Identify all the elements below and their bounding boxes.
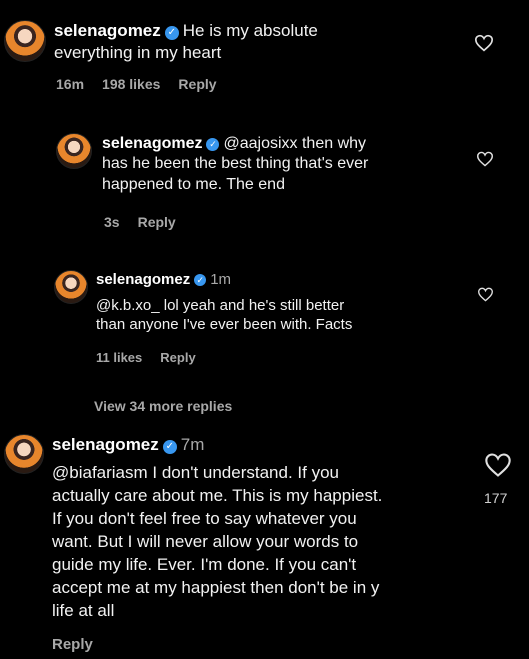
comment-meta: 11 likes Reply [96,350,214,365]
view-more-replies-link[interactable]: View 34 more replies [94,398,232,414]
comment-time: 3s [104,214,120,230]
username[interactable]: selenagomez [102,135,202,152]
verified-badge-icon: ✓ [194,274,207,286]
comment-text: selenagomez ✓ @aajosixx then why has he be… [102,135,369,193]
heart-outline-icon[interactable] [477,287,494,302]
comment-time: 7m [180,435,205,454]
comment-text: @k.b.xo_ lol yeah and he's still better … [96,297,353,334]
comment-text: selenagomez ✓ 7m [52,434,204,456]
heart-outline-icon[interactable] [476,151,494,167]
avatar[interactable] [4,434,44,474]
reply-button[interactable]: Reply [178,76,216,92]
like-count: 177 [484,490,508,506]
heart-outline-icon[interactable] [474,34,494,52]
username[interactable]: selenagomez [54,21,161,40]
reply-button[interactable]: Reply [160,350,195,365]
avatar[interactable] [56,133,92,169]
avatar[interactable] [4,20,46,62]
comment-time: 1m [210,271,232,288]
reply-button[interactable]: Reply [138,214,176,230]
heart-outline-icon[interactable] [484,452,512,478]
verified-badge-icon: ✓ [162,440,177,454]
likes-count[interactable]: 198 likes [102,76,160,92]
avatar[interactable] [54,270,88,304]
comment-time: 16m [56,76,85,92]
likes-count[interactable]: 11 likes [96,350,142,365]
comment-meta: 3s Reply [104,214,194,230]
comment-text: selenagomez ✓ He is my absolute everything… [54,21,318,62]
username[interactable]: selenagomez [96,271,190,288]
verified-badge-icon: ✓ [164,26,179,40]
verified-badge-icon: ✓ [206,138,220,151]
username[interactable]: selenagomez [52,435,159,454]
comment-text: @biafariasm I don't understand. If you a… [52,463,383,620]
comment-text: selenagomez ✓ 1m [96,270,231,289]
comment-meta: 16m 198 likes Reply [56,76,235,92]
reply-button[interactable]: Reply [52,636,93,653]
